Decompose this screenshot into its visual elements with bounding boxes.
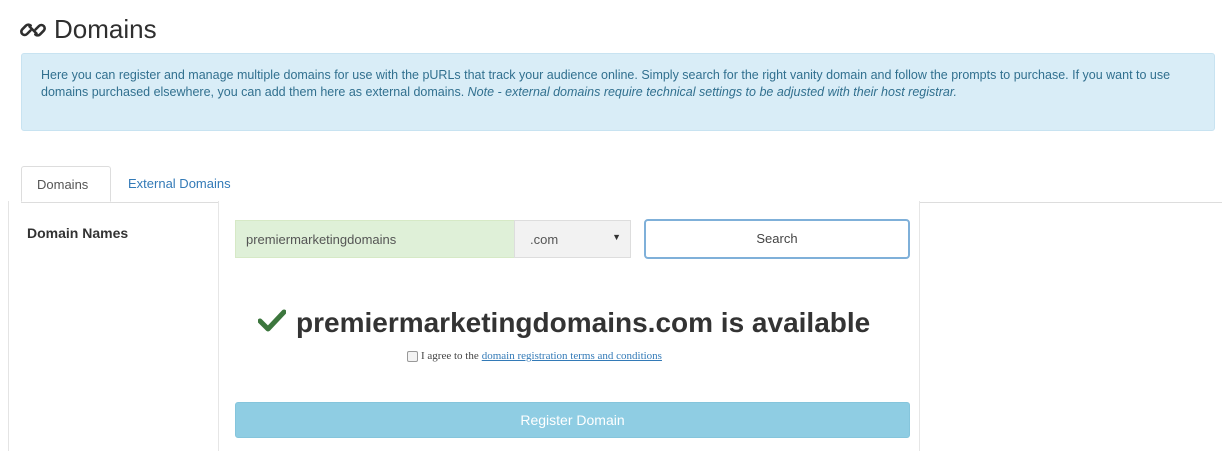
info-alert: Here you can register and manage multipl… bbox=[21, 53, 1215, 131]
domains-page: Domains Here you can register and manage… bbox=[0, 0, 1222, 451]
tld-select[interactable]: .com ▼ bbox=[514, 220, 631, 258]
terms-agreement: I agree to the domain registration terms… bbox=[407, 350, 662, 362]
terms-prefix: I agree to the bbox=[421, 350, 479, 362]
link-icon bbox=[20, 17, 46, 43]
domain-names-label: Domain Names bbox=[27, 225, 129, 241]
tab-external-domains[interactable]: External Domains bbox=[113, 166, 246, 202]
tab-domains[interactable]: Domains bbox=[21, 166, 111, 202]
left-divider bbox=[8, 201, 9, 451]
tab-bar: Domains External Domains bbox=[21, 166, 1222, 203]
page-title: Domains bbox=[20, 14, 157, 45]
domain-name-input[interactable] bbox=[235, 220, 514, 258]
terms-link[interactable]: domain registration terms and conditions bbox=[482, 350, 662, 362]
page-title-text: Domains bbox=[54, 14, 157, 44]
checkmark-icon bbox=[257, 307, 287, 339]
terms-checkbox[interactable] bbox=[407, 350, 418, 362]
info-note: Note - external domains require technica… bbox=[467, 85, 958, 99]
availability-message: premiermarketingdomains.com is available bbox=[257, 307, 871, 339]
tld-selected-value: .com bbox=[530, 232, 559, 247]
search-button[interactable]: Search bbox=[644, 219, 910, 259]
chevron-down-icon: ▼ bbox=[612, 232, 621, 242]
register-domain-button[interactable]: Register Domain bbox=[235, 402, 910, 438]
availability-text: premiermarketingdomains.com is available bbox=[296, 307, 871, 338]
